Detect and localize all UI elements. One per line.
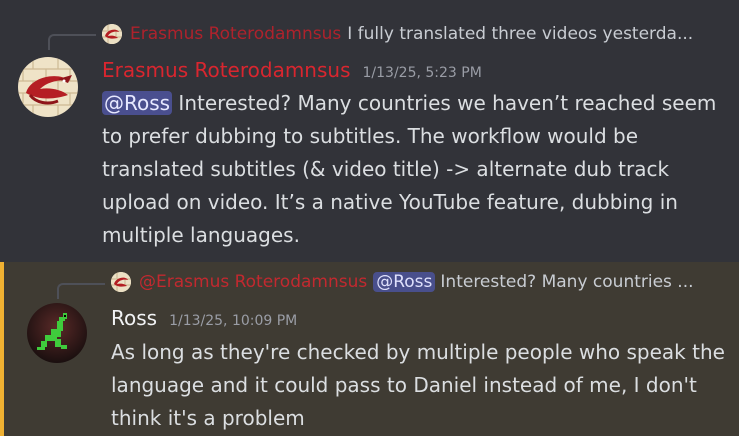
reply-preview[interactable]: Erasmus Roterodamnsus I fully translated… xyxy=(102,22,732,46)
message-erasmus: Erasmus Roterodamnsus I fully translated… xyxy=(0,0,739,262)
reply-author[interactable]: @Erasmus Roterodamnsus xyxy=(139,272,367,292)
user-mention[interactable]: @Ross xyxy=(102,91,173,115)
message-header: Erasmus Roterodamnsus 1/13/25, 5:23 PM xyxy=(102,58,482,82)
message-content: @Ross Interested? Many countries we have… xyxy=(102,87,727,252)
timestamp[interactable]: 1/13/25, 5:23 PM xyxy=(363,65,482,81)
reply-text: I fully translated three videos yesterda… xyxy=(347,24,694,44)
message-text: As long as they're checked by multiple p… xyxy=(111,340,725,430)
message-ross: @Erasmus Roterodamnsus @Ross Interested?… xyxy=(0,262,739,436)
reply-connector xyxy=(57,283,105,299)
reply-author[interactable]: Erasmus Roterodamnsus xyxy=(130,24,341,44)
mention-highlight-bar xyxy=(0,262,4,436)
author-name[interactable]: Erasmus Roterodamnsus xyxy=(102,58,351,82)
message-content: As long as they're checked by multiple p… xyxy=(111,336,726,435)
ross-avatar-icon[interactable] xyxy=(27,303,87,363)
reply-preview[interactable]: @Erasmus Roterodamnsus @Ross Interested?… xyxy=(111,270,731,294)
erasmus-mini-avatar-icon xyxy=(102,24,122,44)
message-text: Interested? Many countries we haven’t re… xyxy=(102,91,717,247)
reply-text: Interested? Many countries ... xyxy=(440,272,694,292)
timestamp[interactable]: 1/13/25, 10:09 PM xyxy=(169,313,297,329)
reply-connector xyxy=(48,34,96,50)
erasmus-mini-avatar-icon xyxy=(111,272,131,292)
author-name[interactable]: Ross xyxy=(111,306,157,330)
reply-mention[interactable]: @Ross xyxy=(373,272,436,292)
message-header: Ross 1/13/25, 10:09 PM xyxy=(111,306,297,330)
erasmus-avatar-icon[interactable] xyxy=(18,57,78,117)
